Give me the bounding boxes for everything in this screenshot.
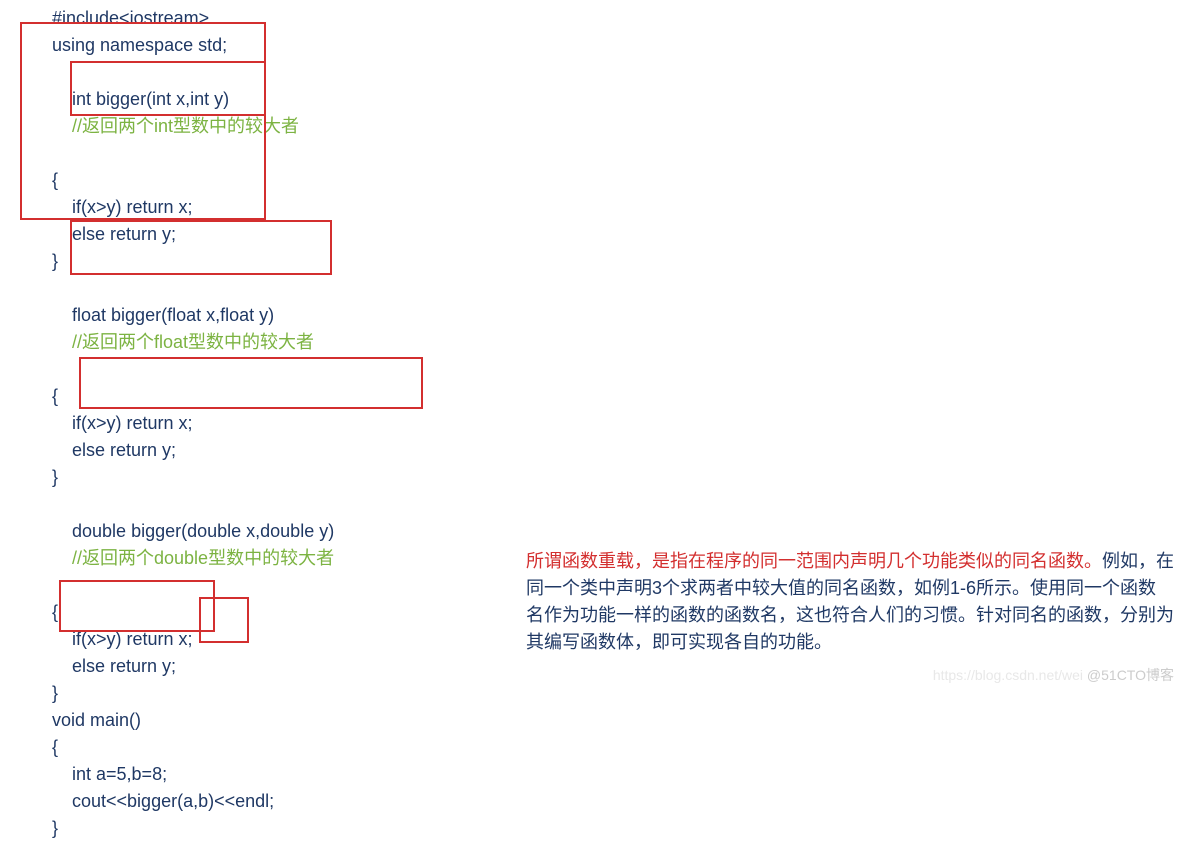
code-cout: cout<<bigger(a,b)<<endl; (52, 788, 1184, 815)
code-brace: { (52, 383, 1184, 410)
code-brace-close: } (52, 464, 1184, 491)
code-brace-close: } (52, 248, 1184, 275)
code-comment-double: //返回两个double型数中的较大者 (72, 548, 334, 568)
code-else: else return y; (52, 221, 1184, 248)
code-if: if(x>y) return x; (52, 194, 1184, 221)
code-brace: { (52, 167, 1184, 194)
code-if: if(x>y) return x; (52, 410, 1184, 437)
code-main: void main() (52, 707, 1184, 734)
code-brace: { (52, 734, 1184, 761)
code-line-bigger-int: int bigger(int x,int y) //返回两个int型数中的较大者 (52, 59, 1184, 167)
code-line-using: using namespace std; (52, 32, 1184, 59)
code-else: else return y; (52, 437, 1184, 464)
code-text: double bigger(double x,double y) (72, 518, 420, 545)
explanation-red-lead: 所谓函数重载，是指在程序的同一范围内声明几个功能类似的同名函数。 (526, 551, 1102, 571)
code-comment-int: //返回两个int型数中的较大者 (72, 116, 299, 136)
code-line-bigger-float: float bigger(float x,float y) //返回两个floa… (52, 275, 1184, 383)
code-block: #include<iostream> using namespace std; … (0, 0, 1184, 842)
code-brace-close: } (52, 815, 1184, 842)
watermark-url: https://blog.csdn.net/wei (933, 667, 1087, 683)
code-var-decl: int a=5,b=8; (52, 761, 1184, 788)
explanation-paragraph: 所谓函数重载，是指在程序的同一范围内声明几个功能类似的同名函数。例如，在同一个类… (526, 548, 1174, 656)
watermark-source: @51CTO博客 (1087, 667, 1174, 683)
code-text: float bigger(float x,float y) (72, 302, 344, 329)
code-comment-float: //返回两个float型数中的较大者 (72, 332, 314, 352)
watermark: https://blog.csdn.net/wei @51CTO博客 (933, 665, 1174, 685)
code-line-include: #include<iostream> (52, 5, 1184, 32)
code-text: int bigger(int x,int y) (72, 86, 326, 113)
